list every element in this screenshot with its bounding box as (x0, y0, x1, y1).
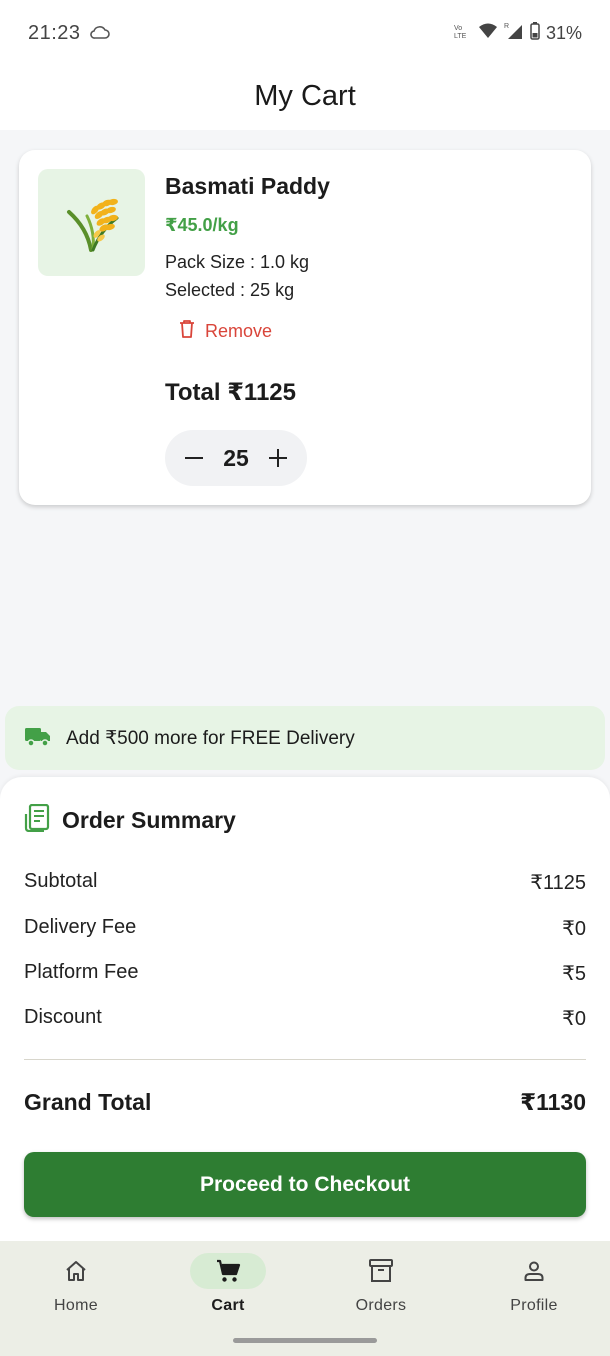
signal-icon: R (504, 22, 524, 45)
nav-label-cart: Cart (211, 1297, 245, 1314)
person-icon (496, 1253, 572, 1289)
remove-button[interactable]: Remove (179, 320, 272, 343)
quantity-stepper: 25 (165, 430, 307, 486)
status-time: 21:23 (28, 22, 81, 44)
summary-row-delivery-fee: Delivery Fee ₹0 (24, 916, 586, 941)
selected-quantity: Selected : 25 kg (165, 280, 295, 300)
receipt-icon (24, 803, 50, 837)
status-indicators: Vo LTE R 31% (454, 22, 582, 45)
svg-text:LTE: LTE (454, 33, 467, 39)
order-summary-title: Order Summary (62, 807, 236, 833)
home-icon (38, 1253, 114, 1289)
battery-icon (530, 22, 540, 45)
trash-icon (179, 320, 195, 343)
bottom-navigation: Home Cart Orders Profile (0, 1241, 610, 1356)
summary-label: Subtotal (24, 870, 98, 892)
cart-icon (190, 1253, 266, 1289)
svg-text:R: R (504, 23, 509, 30)
volte-icon: Vo LTE (454, 23, 472, 44)
cloud-icon (90, 25, 110, 44)
page-title: My Cart (254, 80, 356, 112)
order-summary-header: Order Summary (24, 803, 236, 837)
remove-label: Remove (205, 321, 273, 341)
grand-total-row: Grand Total ₹1130 (24, 1089, 586, 1116)
summary-divider (24, 1059, 586, 1060)
nav-item-profile[interactable]: Profile (474, 1253, 594, 1315)
quantity-value: 25 (223, 444, 249, 471)
grand-total-label: Grand Total (24, 1089, 152, 1115)
nav-item-home[interactable]: Home (16, 1253, 136, 1315)
product-image (38, 169, 145, 276)
plus-icon (269, 449, 287, 467)
summary-value: ₹0 (562, 918, 586, 940)
svg-text:Vo: Vo (454, 25, 462, 32)
nav-label-orders: Orders (355, 1297, 407, 1314)
minus-icon (185, 457, 203, 459)
summary-label: Platform Fee (24, 961, 139, 983)
grand-total-value: ₹1130 (520, 1089, 586, 1115)
archive-box-icon (343, 1253, 419, 1289)
pack-size: Pack Size : 1.0 kg (165, 252, 310, 272)
summary-value: ₹1125 (530, 872, 586, 894)
paddy-icon (66, 198, 118, 252)
nav-item-orders[interactable]: Orders (321, 1253, 441, 1315)
wifi-icon (478, 23, 498, 44)
product-name: Basmati Paddy (165, 173, 330, 199)
battery-percent: 31% (545, 23, 582, 43)
cart-item-card: Basmati Paddy ₹45.0/kg Pack Size : 1.0 k… (19, 150, 591, 505)
nav-item-cart[interactable]: Cart (168, 1253, 288, 1315)
free-delivery-banner: Add ₹500 more for FREE Delivery (5, 706, 605, 770)
summary-label: Discount (24, 1006, 102, 1028)
summary-row-discount: Discount ₹0 (24, 1006, 586, 1031)
summary-value: ₹5 (562, 963, 586, 985)
item-total: Total ₹1125 (165, 379, 296, 406)
order-summary-panel: Order Summary Subtotal ₹1125 Delivery Fe… (0, 777, 610, 1247)
product-price: ₹45.0/kg (165, 215, 239, 235)
app-bar: My Cart (0, 66, 610, 130)
truck-icon (24, 725, 52, 752)
gesture-handle (233, 1338, 377, 1343)
free-delivery-text: Add ₹500 more for FREE Delivery (66, 727, 355, 749)
status-bar: 21:23 Vo LTE R 31% (0, 0, 610, 66)
summary-row-subtotal: Subtotal ₹1125 (24, 870, 586, 895)
summary-row-platform-fee: Platform Fee ₹5 (24, 961, 586, 986)
increase-button[interactable] (267, 447, 289, 469)
nav-label-profile: Profile (510, 1297, 558, 1314)
proceed-to-checkout-button[interactable]: Proceed to Checkout (24, 1152, 586, 1217)
nav-label-home: Home (54, 1297, 98, 1314)
summary-label: Delivery Fee (24, 916, 137, 938)
summary-value: ₹0 (562, 1008, 586, 1030)
decrease-button[interactable] (183, 447, 205, 469)
